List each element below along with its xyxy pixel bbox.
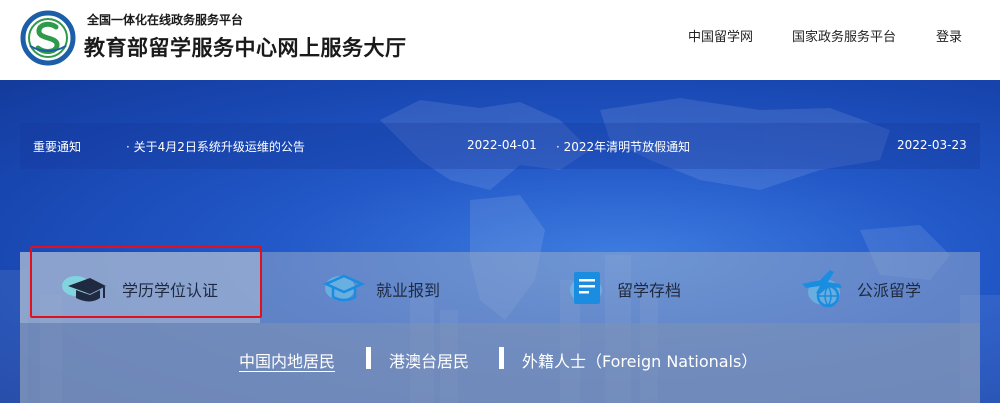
tab-hk-macao-taiwan-residents[interactable]: 港澳台居民 bbox=[389, 348, 469, 372]
nav-link-gov-platform[interactable]: 国家政务服务平台 bbox=[792, 26, 896, 45]
service-tile-government-sponsored-study[interactable]: 公派留学 bbox=[740, 252, 980, 323]
logo-icon bbox=[20, 10, 76, 66]
tab-separator bbox=[499, 347, 504, 369]
service-label: 就业报到 bbox=[376, 281, 441, 300]
platform-subtitle: 全国一体化在线政务服务平台 bbox=[87, 13, 244, 27]
site-title: 教育部留学服务中心网上服务大厅 bbox=[84, 36, 407, 60]
tab-separator bbox=[366, 347, 371, 369]
service-panel: 学历学位认证 就业报到 留学存档 公派留学 中国内地居民 港澳台居民 外籍人士（… bbox=[20, 252, 980, 403]
graduation-cap-outline-icon bbox=[322, 274, 366, 302]
tab-foreign-nationals[interactable]: 外籍人士（Foreign Nationals） bbox=[522, 348, 757, 372]
graduation-cap-icon bbox=[62, 276, 106, 302]
service-tile-study-archive[interactable]: 留学存档 bbox=[500, 252, 740, 323]
service-tile-employment-registration[interactable]: 就业报到 bbox=[260, 252, 500, 323]
notice-item-system-upgrade[interactable]: · 关于4月2日系统升级运维的公告 bbox=[126, 138, 305, 155]
airplane-globe-icon bbox=[802, 270, 842, 308]
site-header: 全国一体化在线政务服务平台 教育部留学服务中心网上服务大厅 中国留学网 国家政务… bbox=[0, 0, 1000, 80]
service-label: 公派留学 bbox=[857, 281, 922, 300]
service-label: 学历学位认证 bbox=[122, 281, 219, 300]
notice-bar: 重要通知 · 关于4月2日系统升级运维的公告 2022-04-01 · 2022… bbox=[20, 123, 980, 169]
service-tile-degree-verification[interactable]: 学历学位认证 bbox=[20, 252, 260, 323]
notice-item-qingming-holiday[interactable]: · 2022年清明节放假通知 bbox=[556, 138, 690, 155]
service-label: 留学存档 bbox=[617, 281, 682, 300]
nav-link-login[interactable]: 登录 bbox=[936, 26, 962, 45]
applicant-type-tabs: 中国内地居民 港澳台居民 外籍人士（Foreign Nationals） bbox=[20, 323, 980, 403]
tab-mainland-residents[interactable]: 中国内地居民 bbox=[239, 348, 335, 372]
hero-banner: 重要通知 · 关于4月2日系统升级运维的公告 2022-04-01 · 2022… bbox=[0, 80, 1000, 403]
notice-label: 重要通知 bbox=[33, 140, 82, 154]
nav-link-cscse[interactable]: 中国留学网 bbox=[688, 26, 753, 45]
notice-date: 2022-04-01 bbox=[467, 138, 537, 152]
document-folder-icon bbox=[570, 272, 602, 304]
notice-date: 2022-03-23 bbox=[897, 138, 967, 152]
